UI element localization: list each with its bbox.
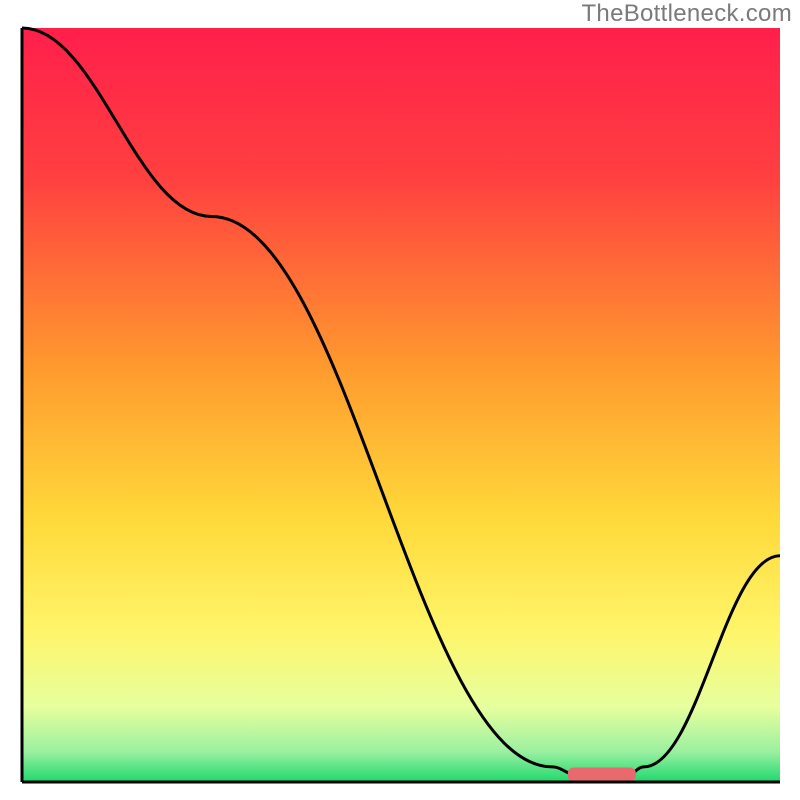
- bottleneck-chart: TheBottleneck.com: [0, 0, 800, 800]
- watermark-text: TheBottleneck.com: [581, 0, 792, 28]
- optimal-marker: [568, 767, 636, 781]
- gradient-background: [22, 28, 780, 782]
- plot-svg: [0, 0, 800, 800]
